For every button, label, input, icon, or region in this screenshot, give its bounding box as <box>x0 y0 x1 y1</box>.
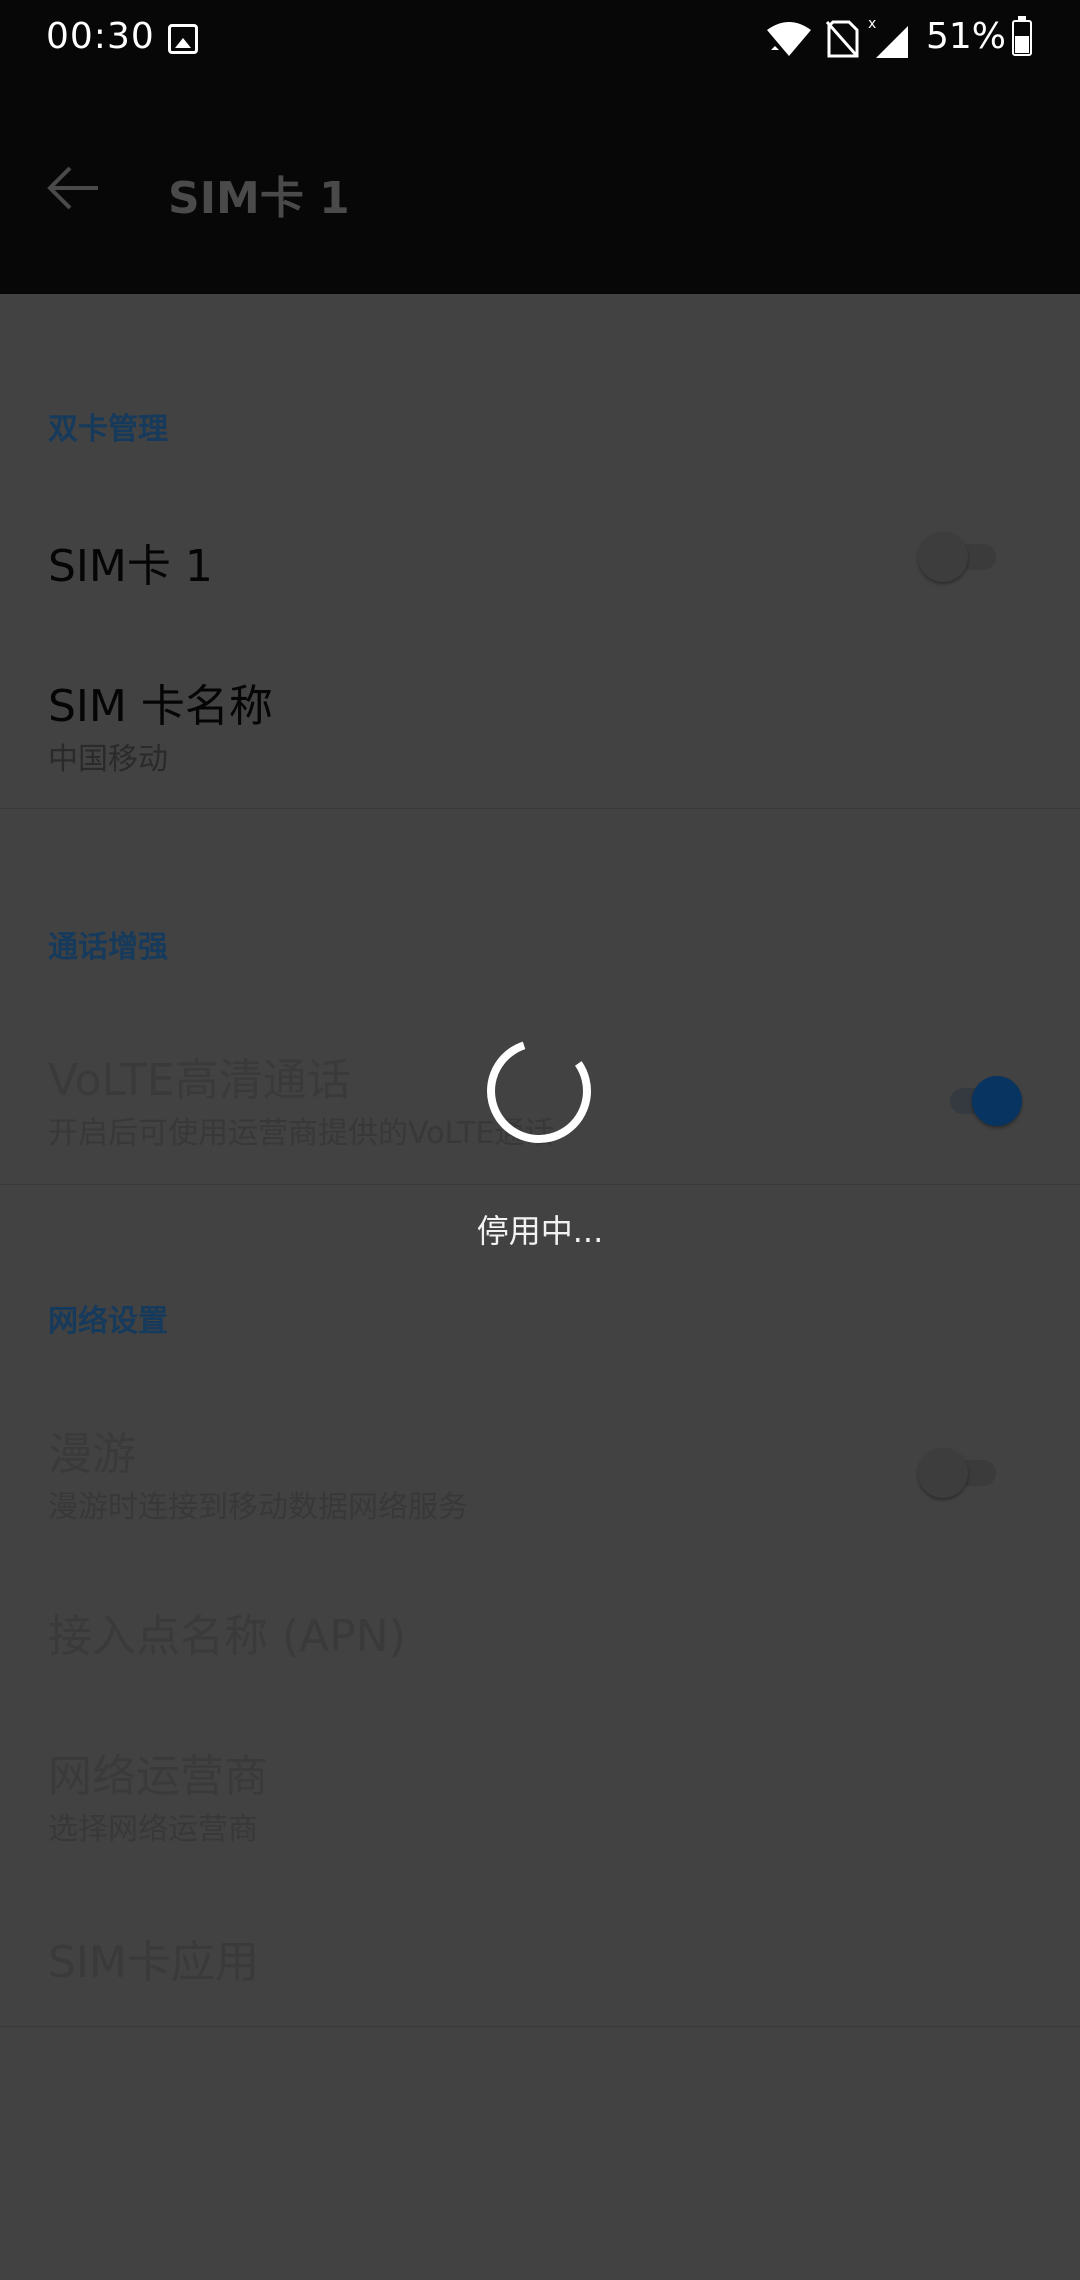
divider <box>0 2026 1080 2027</box>
app-bar: SIM卡 1 <box>0 80 1080 294</box>
divider <box>0 1184 1080 1185</box>
arrow-left-icon[interactable] <box>46 160 102 216</box>
wifi-icon <box>767 22 811 56</box>
section-header-dual-sim: 双卡管理 <box>48 412 168 447</box>
sim1-toggle-label[interactable]: SIM卡 1 <box>48 530 213 594</box>
section-header-network: 网络设置 <box>48 1304 168 1339</box>
divider <box>0 808 1080 809</box>
volte-subtitle: 开启后可使用运营商提供的VoLTE通话 <box>48 1116 555 1151</box>
battery-icon <box>1012 16 1032 56</box>
status-time: 00:30 <box>46 16 155 57</box>
battery-percent: 51% <box>926 16 1007 57</box>
sim-name-subtitle: 中国移动 <box>48 742 168 777</box>
volte-switch[interactable] <box>938 1076 1022 1126</box>
status-bar: 00:30 x 51% <box>0 0 1080 80</box>
operator-subtitle: 选择网络运营商 <box>48 1812 258 1847</box>
operator-title[interactable]: 网络运营商 <box>48 1740 268 1804</box>
signal-icon: x <box>868 16 908 58</box>
section-header-call-enhance: 通话增强 <box>48 930 168 965</box>
svg-text:x: x <box>868 16 876 32</box>
sim-apps-title[interactable]: SIM卡应用 <box>48 1926 259 1990</box>
image-icon <box>168 24 198 54</box>
volte-title[interactable]: VoLTE高清通话 <box>48 1044 351 1108</box>
loading-text: 停用中... <box>476 1212 604 1250</box>
roaming-title[interactable]: 漫游 <box>48 1418 136 1482</box>
roaming-subtitle: 漫游时连接到移动数据网络服务 <box>48 1490 468 1525</box>
roaming-switch[interactable] <box>918 1448 1002 1498</box>
no-sim-icon <box>825 20 859 58</box>
sim-name-title[interactable]: SIM 卡名称 <box>48 670 273 734</box>
page-title: SIM卡 1 <box>168 173 350 224</box>
loading-spinner-icon <box>487 1039 591 1143</box>
sim1-switch[interactable] <box>918 532 1002 582</box>
apn-title[interactable]: 接入点名称 (APN) <box>48 1600 406 1664</box>
settings-list: 双卡管理 SIM卡 1 SIM 卡名称 中国移动 通话增强 VoLTE高清通话 … <box>0 294 1080 2280</box>
